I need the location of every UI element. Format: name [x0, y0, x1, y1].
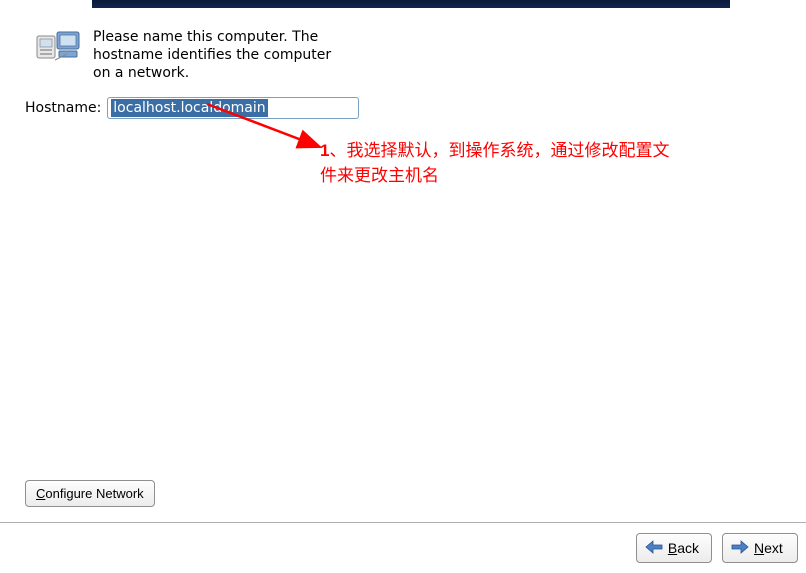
configure-network-button[interactable]: Configure Network — [25, 480, 155, 507]
arrow-right-icon — [731, 540, 749, 557]
footer-bar: Back Next — [0, 522, 806, 573]
prompt-row: Please name this computer. The hostname … — [35, 28, 786, 83]
back-button[interactable]: Back — [636, 533, 712, 563]
back-underline: B — [668, 540, 677, 556]
back-rest: ack — [677, 540, 699, 556]
header-banner — [92, 0, 730, 8]
configure-underline: C — [36, 486, 45, 501]
next-rest: ext — [764, 540, 783, 556]
next-underline: N — [754, 540, 764, 556]
configure-rest: onfigure Network — [45, 486, 143, 501]
hostname-label: Hostname: — [25, 100, 101, 116]
arrow-left-icon — [645, 540, 663, 557]
annotation-text: 1、我选择默认，到操作系统，通过修改配置文件来更改主机名 — [320, 139, 680, 188]
hostname-input[interactable]: localhost.localdomain — [107, 97, 359, 119]
hostname-row: Hostname: localhost.localdomain — [25, 97, 786, 119]
annotation-body: 、我选择默认，到操作系统，通过修改配置文件来更改主机名 — [320, 141, 669, 185]
main-content: Please name this computer. The hostname … — [35, 28, 786, 119]
hostname-input-value: localhost.localdomain — [111, 99, 267, 117]
prompt-text: Please name this computer. The hostname … — [93, 28, 353, 83]
computer-network-icon — [35, 30, 83, 70]
next-button[interactable]: Next — [722, 533, 798, 563]
